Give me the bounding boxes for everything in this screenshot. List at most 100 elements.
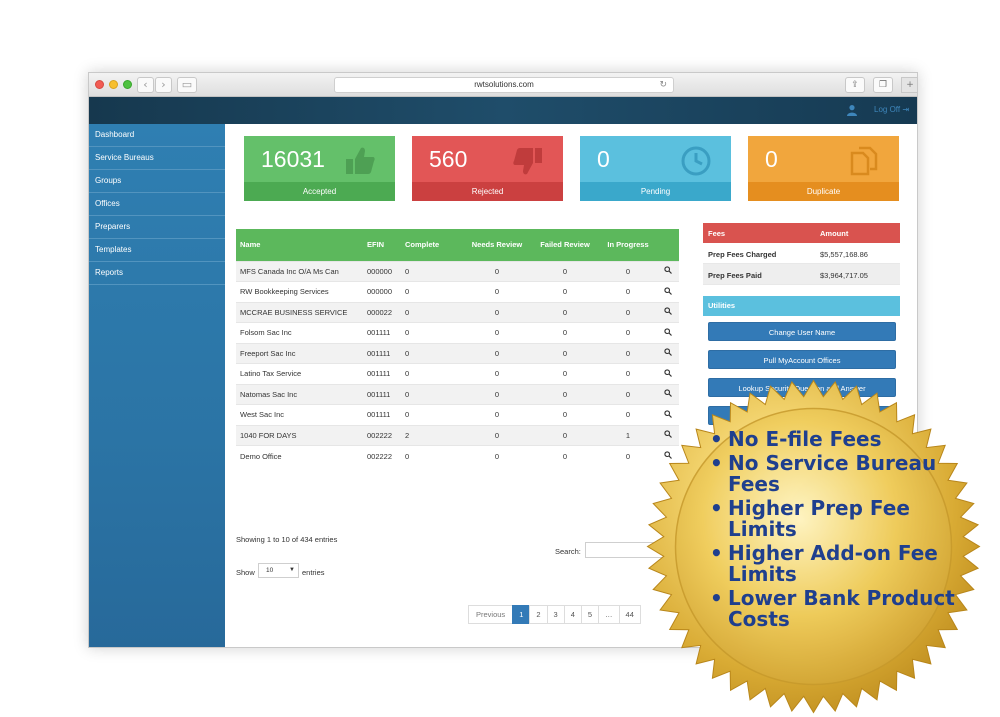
cell-efin: 002222 bbox=[363, 424, 401, 446]
cell-failed-review: 0 bbox=[531, 281, 599, 302]
magnifier-icon[interactable] bbox=[664, 348, 672, 357]
table-row[interactable]: MFS Canada Inc O/A Ms Can 000000 0 0 0 0 bbox=[236, 260, 679, 282]
magnifier-icon[interactable] bbox=[664, 328, 672, 336]
minimize-window-button[interactable] bbox=[109, 80, 118, 89]
cell-efin: 000022 bbox=[363, 301, 401, 323]
table-row[interactable]: 1040 FOR DAYS 002222 2 0 0 1 bbox=[236, 424, 679, 446]
sidebar-item-reports[interactable]: Reports bbox=[89, 262, 225, 285]
magnifier-icon[interactable] bbox=[664, 307, 672, 316]
cell-failed-review: 0 bbox=[531, 260, 599, 282]
col-failed-review[interactable]: Failed Review bbox=[531, 229, 599, 261]
col-in-progress[interactable]: In Progress bbox=[599, 229, 657, 261]
col-efin[interactable]: EFIN bbox=[363, 229, 401, 261]
address-bar[interactable]: rwtsolutions.com ↻ bbox=[334, 77, 674, 93]
previous-page-button[interactable]: Previous bbox=[468, 605, 514, 624]
badge-benefit: Higher Add-on Fee Limits bbox=[708, 543, 968, 585]
sidebar-item-preparers[interactable]: Preparers bbox=[89, 216, 225, 239]
table-row[interactable]: Natomas Sac Inc 001111 0 0 0 0 bbox=[236, 383, 679, 405]
cell-efin: 001111 bbox=[363, 383, 401, 405]
fees-row: Prep Fees Paid $3,964,717.05 bbox=[703, 264, 900, 285]
table-row[interactable]: Latino Tax Service 001111 0 0 0 0 bbox=[236, 363, 679, 384]
cell-failed-review: 0 bbox=[531, 383, 599, 405]
cell-complete: 0 bbox=[401, 342, 463, 364]
fee-label: Prep Fees Paid bbox=[708, 271, 762, 280]
new-tab-icon[interactable]: + bbox=[901, 77, 917, 93]
fee-amount: $3,964,717.05 bbox=[820, 271, 868, 280]
page-button[interactable]: 3 bbox=[546, 605, 565, 624]
reload-icon[interactable]: ↻ bbox=[659, 78, 667, 92]
cell-in-progress: 0 bbox=[599, 342, 657, 364]
cell-failed-review: 0 bbox=[531, 322, 599, 343]
utilities-header: Utilities bbox=[703, 296, 900, 316]
col-name[interactable]: Name bbox=[236, 229, 363, 261]
cell-name: RW Bookkeeping Services bbox=[236, 281, 363, 302]
sidebar-item-groups[interactable]: Groups bbox=[89, 170, 225, 193]
back-icon[interactable]: ‹ bbox=[137, 77, 154, 93]
copy-icon bbox=[850, 146, 878, 176]
sidebar-item-dashboard[interactable]: Dashboard bbox=[89, 124, 225, 147]
entries-label: entries bbox=[302, 568, 325, 577]
cell-efin: 002222 bbox=[363, 445, 401, 466]
page-size-value: 10 bbox=[266, 567, 274, 574]
page-size-select[interactable]: 10 ▼ bbox=[258, 563, 299, 578]
change-user-name-button[interactable]: Change User Name bbox=[708, 322, 896, 341]
page-button[interactable]: 5 bbox=[580, 605, 600, 624]
cell-failed-review: 0 bbox=[531, 424, 599, 446]
pagination: Previous 1 2 3 4 5 … 44 bbox=[468, 605, 641, 624]
close-window-button[interactable] bbox=[95, 80, 104, 89]
table-row[interactable]: RW Bookkeeping Services 000000 0 0 0 0 bbox=[236, 281, 679, 302]
sidebar-item-templates[interactable]: Templates bbox=[89, 239, 225, 262]
cell-in-progress: 0 bbox=[599, 281, 657, 302]
tabs-icon[interactable]: ❐ bbox=[873, 77, 893, 93]
user-icon[interactable] bbox=[846, 104, 858, 116]
forward-icon[interactable]: › bbox=[155, 77, 172, 93]
table-row[interactable]: MCCRAE BUSINESS SERVICE 000022 0 0 0 0 bbox=[236, 301, 679, 323]
duplicate-card[interactable]: 0 Duplicate bbox=[748, 136, 899, 201]
thumbs-up-icon bbox=[346, 147, 375, 174]
rejected-label: Rejected bbox=[412, 182, 563, 201]
browser-toolbar: ‹ › ▭ rwtsolutions.com ↻ ⇪ ❐ + bbox=[89, 73, 917, 97]
fee-label: Prep Fees Charged bbox=[708, 250, 777, 259]
search-label: Search: bbox=[555, 547, 581, 556]
rejected-card[interactable]: 560 Rejected bbox=[412, 136, 563, 201]
duplicate-label: Duplicate bbox=[748, 182, 899, 201]
col-needs-review[interactable]: Needs Review bbox=[463, 229, 531, 261]
cell-needs-review: 0 bbox=[463, 322, 531, 343]
table-info: Showing 1 to 10 of 434 entries bbox=[236, 535, 338, 544]
accepted-card[interactable]: 16031 Accepted bbox=[244, 136, 395, 201]
magnifier-icon[interactable] bbox=[664, 369, 672, 377]
cell-name: Freeport Sac Inc bbox=[236, 342, 363, 364]
sidebar-item-service-bureaus[interactable]: Service Bureaus bbox=[89, 147, 225, 170]
cell-name: MFS Canada Inc O/A Ms Can bbox=[236, 260, 363, 282]
cell-needs-review: 0 bbox=[463, 383, 531, 405]
page-button[interactable]: 2 bbox=[529, 605, 548, 624]
page-button[interactable]: 44 bbox=[618, 605, 641, 624]
cell-complete: 0 bbox=[401, 281, 463, 302]
badge-benefit: No E-file Fees bbox=[708, 429, 968, 451]
accepted-label: Accepted bbox=[244, 182, 395, 201]
page-ellipsis: … bbox=[598, 605, 620, 624]
fee-amount: $5,557,168.86 bbox=[820, 250, 868, 259]
logoff-link[interactable]: Log Off ⇥ bbox=[874, 105, 909, 114]
magnifier-icon[interactable] bbox=[664, 287, 672, 295]
table-row[interactable]: West Sac Inc 001111 0 0 0 0 bbox=[236, 404, 679, 425]
badge-benefit: No Service Bureau Fees bbox=[708, 453, 968, 495]
table-row[interactable]: Freeport Sac Inc 001111 0 0 0 0 bbox=[236, 342, 679, 364]
cell-name: Latino Tax Service bbox=[236, 363, 363, 384]
table-row[interactable]: Folsom Sac Inc 001111 0 0 0 0 bbox=[236, 322, 679, 343]
cell-efin: 001111 bbox=[363, 363, 401, 384]
pending-card[interactable]: 0 Pending bbox=[580, 136, 731, 201]
maximize-window-button[interactable] bbox=[123, 80, 132, 89]
sidebar-toggle-icon[interactable]: ▭ bbox=[177, 77, 197, 93]
page-button[interactable]: 4 bbox=[563, 605, 582, 624]
pull-myaccount-offices-button[interactable]: Pull MyAccount Offices bbox=[708, 350, 896, 369]
share-icon[interactable]: ⇪ bbox=[845, 77, 865, 93]
magnifier-icon[interactable] bbox=[664, 266, 672, 275]
cell-failed-review: 0 bbox=[531, 363, 599, 384]
sidebar-item-offices[interactable]: Offices bbox=[89, 193, 225, 216]
cell-needs-review: 0 bbox=[463, 342, 531, 364]
page-button[interactable]: 1 bbox=[512, 605, 531, 624]
show-label: Show bbox=[236, 568, 255, 577]
table-row[interactable]: Demo Office 002222 0 0 0 0 bbox=[236, 445, 679, 466]
col-complete[interactable]: Complete bbox=[401, 229, 463, 261]
